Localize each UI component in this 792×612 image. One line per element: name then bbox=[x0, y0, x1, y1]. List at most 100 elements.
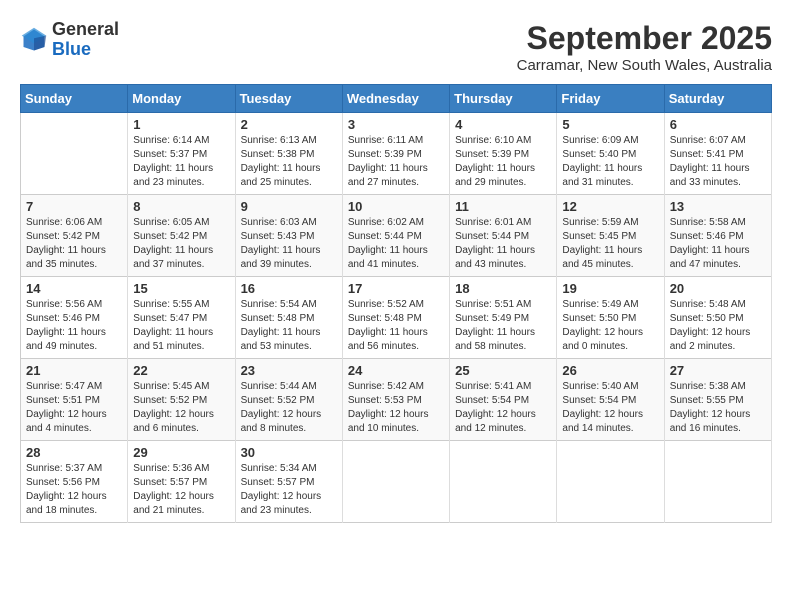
day-number: 26 bbox=[562, 363, 658, 378]
day-detail: Sunrise: 6:02 AMSunset: 5:44 PMDaylight:… bbox=[348, 217, 428, 270]
day-number: 23 bbox=[241, 363, 337, 378]
day-detail: Sunrise: 6:01 AMSunset: 5:44 PMDaylight:… bbox=[455, 217, 535, 270]
calendar-cell: 9 Sunrise: 6:03 AMSunset: 5:43 PMDaylight… bbox=[235, 195, 342, 277]
calendar-cell: 3 Sunrise: 6:11 AMSunset: 5:39 PMDaylight… bbox=[342, 113, 449, 195]
title-block: September 2025 Carramar, New South Wales… bbox=[517, 20, 772, 74]
day-detail: Sunrise: 5:52 AMSunset: 5:48 PMDaylight:… bbox=[348, 299, 428, 352]
calendar-cell: 5 Sunrise: 6:09 AMSunset: 5:40 PMDaylight… bbox=[557, 113, 664, 195]
day-detail: Sunrise: 5:49 AMSunset: 5:50 PMDaylight:… bbox=[562, 299, 643, 352]
day-number: 28 bbox=[26, 445, 122, 460]
calendar-cell: 1 Sunrise: 6:14 AMSunset: 5:37 PMDaylight… bbox=[128, 113, 235, 195]
day-detail: Sunrise: 5:54 AMSunset: 5:48 PMDaylight:… bbox=[241, 299, 321, 352]
day-detail: Sunrise: 6:06 AMSunset: 5:42 PMDaylight:… bbox=[26, 217, 106, 270]
calendar-week-4: 21 Sunrise: 5:47 AMSunset: 5:51 PMDayligh… bbox=[21, 359, 772, 441]
day-detail: Sunrise: 6:11 AMSunset: 5:39 PMDaylight:… bbox=[348, 135, 428, 188]
calendar-cell bbox=[21, 113, 128, 195]
calendar-week-1: 1 Sunrise: 6:14 AMSunset: 5:37 PMDaylight… bbox=[21, 113, 772, 195]
logo-text: General Blue bbox=[52, 20, 119, 60]
weekday-header-sunday: Sunday bbox=[21, 85, 128, 113]
calendar-cell: 23 Sunrise: 5:44 AMSunset: 5:52 PMDayligh… bbox=[235, 359, 342, 441]
day-detail: Sunrise: 5:55 AMSunset: 5:47 PMDaylight:… bbox=[133, 299, 213, 352]
calendar-cell: 11Sunrise: 6:01 AMSunset: 5:44 PMDayligh… bbox=[450, 195, 557, 277]
day-number: 16 bbox=[241, 281, 337, 296]
day-detail: Sunrise: 5:59 AMSunset: 5:45 PMDaylight:… bbox=[562, 217, 642, 270]
day-detail: Sunrise: 5:37 AMSunset: 5:56 PMDaylight:… bbox=[26, 463, 107, 516]
calendar-cell: 28 Sunrise: 5:37 AMSunset: 5:56 PMDayligh… bbox=[21, 441, 128, 523]
day-number: 21 bbox=[26, 363, 122, 378]
day-number: 29 bbox=[133, 445, 229, 460]
calendar-cell: 14Sunrise: 5:56 AMSunset: 5:46 PMDayligh… bbox=[21, 277, 128, 359]
calendar-cell: 21 Sunrise: 5:47 AMSunset: 5:51 PMDayligh… bbox=[21, 359, 128, 441]
calendar-cell: 2Sunrise: 6:13 AMSunset: 5:38 PMDaylight… bbox=[235, 113, 342, 195]
calendar-week-2: 7Sunrise: 6:06 AMSunset: 5:42 PMDaylight… bbox=[21, 195, 772, 277]
day-number: 15 bbox=[133, 281, 229, 296]
page-header: General Blue September 2025 Carramar, Ne… bbox=[20, 20, 772, 74]
calendar-cell: 6 Sunrise: 6:07 AMSunset: 5:41 PMDaylight… bbox=[664, 113, 771, 195]
day-detail: Sunrise: 6:14 AMSunset: 5:37 PMDaylight:… bbox=[133, 135, 213, 188]
day-number: 12 bbox=[562, 199, 658, 214]
day-number: 30 bbox=[241, 445, 337, 460]
day-detail: Sunrise: 5:44 AMSunset: 5:52 PMDaylight:… bbox=[241, 381, 322, 434]
logo-icon bbox=[20, 26, 48, 54]
day-detail: Sunrise: 6:07 AMSunset: 5:41 PMDaylight:… bbox=[670, 135, 750, 188]
calendar-cell: 30Sunrise: 5:34 AMSunset: 5:57 PMDayligh… bbox=[235, 441, 342, 523]
calendar-cell: 16 Sunrise: 5:54 AMSunset: 5:48 PMDayligh… bbox=[235, 277, 342, 359]
calendar-week-5: 28 Sunrise: 5:37 AMSunset: 5:56 PMDayligh… bbox=[21, 441, 772, 523]
calendar-cell: 24 Sunrise: 5:42 AMSunset: 5:53 PMDayligh… bbox=[342, 359, 449, 441]
calendar-cell: 18 Sunrise: 5:51 AMSunset: 5:49 PMDayligh… bbox=[450, 277, 557, 359]
calendar-cell: 26 Sunrise: 5:40 AMSunset: 5:54 PMDayligh… bbox=[557, 359, 664, 441]
calendar-cell: 12 Sunrise: 5:59 AMSunset: 5:45 PMDayligh… bbox=[557, 195, 664, 277]
weekday-header-monday: Monday bbox=[128, 85, 235, 113]
day-detail: Sunrise: 6:03 AMSunset: 5:43 PMDaylight:… bbox=[241, 217, 321, 270]
day-detail: Sunrise: 5:38 AMSunset: 5:55 PMDaylight:… bbox=[670, 381, 751, 434]
weekday-header-wednesday: Wednesday bbox=[342, 85, 449, 113]
calendar-cell: 17 Sunrise: 5:52 AMSunset: 5:48 PMDayligh… bbox=[342, 277, 449, 359]
calendar-cell: 27 Sunrise: 5:38 AMSunset: 5:55 PMDayligh… bbox=[664, 359, 771, 441]
day-number: 25 bbox=[455, 363, 551, 378]
day-number: 10 bbox=[348, 199, 444, 214]
location: Carramar, New South Wales, Australia bbox=[517, 57, 772, 74]
day-number: 18 bbox=[455, 281, 551, 296]
weekday-header-thursday: Thursday bbox=[450, 85, 557, 113]
day-number: 3 bbox=[348, 117, 444, 132]
day-number: 13 bbox=[670, 199, 766, 214]
day-detail: Sunrise: 5:51 AMSunset: 5:49 PMDaylight:… bbox=[455, 299, 535, 352]
month-title: September 2025 bbox=[517, 20, 772, 57]
logo-general: General bbox=[52, 19, 119, 39]
logo-blue: Blue bbox=[52, 39, 91, 59]
day-number: 19 bbox=[562, 281, 658, 296]
calendar-cell: 25 Sunrise: 5:41 AMSunset: 5:54 PMDayligh… bbox=[450, 359, 557, 441]
day-number: 1 bbox=[133, 117, 229, 132]
day-number: 27 bbox=[670, 363, 766, 378]
day-detail: Sunrise: 6:05 AMSunset: 5:42 PMDaylight:… bbox=[133, 217, 213, 270]
day-detail: Sunrise: 5:41 AMSunset: 5:54 PMDaylight:… bbox=[455, 381, 536, 434]
weekday-header-row: SundayMondayTuesdayWednesdayThursdayFrid… bbox=[21, 85, 772, 113]
weekday-header-friday: Friday bbox=[557, 85, 664, 113]
calendar-cell: 13 Sunrise: 5:58 AMSunset: 5:46 PMDayligh… bbox=[664, 195, 771, 277]
day-number: 9 bbox=[241, 199, 337, 214]
day-detail: Sunrise: 5:48 AMSunset: 5:50 PMDaylight:… bbox=[670, 299, 751, 352]
calendar-cell: 29Sunrise: 5:36 AMSunset: 5:57 PMDayligh… bbox=[128, 441, 235, 523]
calendar-cell: 7Sunrise: 6:06 AMSunset: 5:42 PMDaylight… bbox=[21, 195, 128, 277]
day-number: 4 bbox=[455, 117, 551, 132]
day-number: 20 bbox=[670, 281, 766, 296]
day-number: 2 bbox=[241, 117, 337, 132]
day-number: 22 bbox=[133, 363, 229, 378]
calendar-cell: 10 Sunrise: 6:02 AMSunset: 5:44 PMDayligh… bbox=[342, 195, 449, 277]
day-detail: Sunrise: 5:45 AMSunset: 5:52 PMDaylight:… bbox=[133, 381, 214, 434]
day-detail: Sunrise: 5:58 AMSunset: 5:46 PMDaylight:… bbox=[670, 217, 750, 270]
day-number: 24 bbox=[348, 363, 444, 378]
day-detail: Sunrise: 5:42 AMSunset: 5:53 PMDaylight:… bbox=[348, 381, 429, 434]
day-number: 6 bbox=[670, 117, 766, 132]
logo: General Blue bbox=[20, 20, 119, 60]
calendar-cell: 22 Sunrise: 5:45 AMSunset: 5:52 PMDayligh… bbox=[128, 359, 235, 441]
day-detail: Sunrise: 5:47 AMSunset: 5:51 PMDaylight:… bbox=[26, 381, 107, 434]
calendar-cell bbox=[342, 441, 449, 523]
day-detail: Sunrise: 6:09 AMSunset: 5:40 PMDaylight:… bbox=[562, 135, 642, 188]
day-number: 8 bbox=[133, 199, 229, 214]
calendar-week-3: 14Sunrise: 5:56 AMSunset: 5:46 PMDayligh… bbox=[21, 277, 772, 359]
day-number: 17 bbox=[348, 281, 444, 296]
day-detail: Sunrise: 5:40 AMSunset: 5:54 PMDaylight:… bbox=[562, 381, 643, 434]
day-number: 5 bbox=[562, 117, 658, 132]
calendar-cell: 4Sunrise: 6:10 AMSunset: 5:39 PMDaylight… bbox=[450, 113, 557, 195]
